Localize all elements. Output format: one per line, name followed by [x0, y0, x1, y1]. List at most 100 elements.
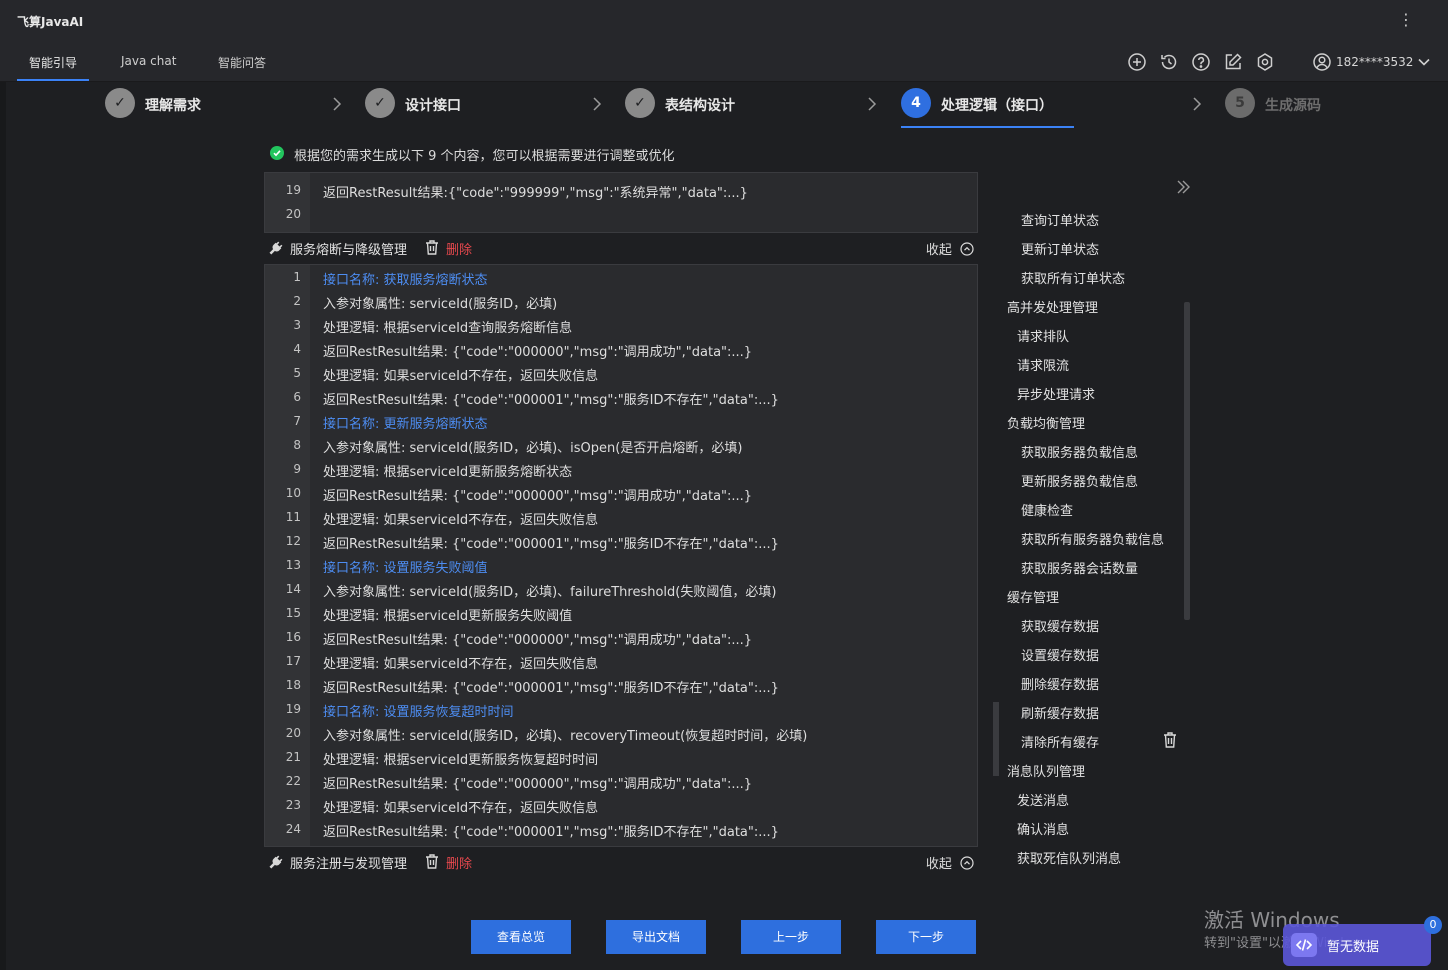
sidebar-group[interactable]: 高并发处理管理: [1007, 297, 1098, 316]
line-text[interactable]: 处理逻辑: 如果serviceId不存在，返回失败信息: [323, 797, 598, 816]
line-text[interactable]: 返回RestResult结果: {"code":"000000","msg":"…: [323, 341, 752, 360]
sidebar-item[interactable]: 查询订单状态: [1021, 210, 1099, 229]
chevron-right-icon: [331, 96, 343, 112]
tab-java-chat[interactable]: Java chat: [121, 54, 176, 68]
sidebar-item[interactable]: 健康检查: [1021, 500, 1073, 519]
sidebar-selection-marker: [993, 702, 999, 776]
tab-smart-guide[interactable]: 智能引导: [29, 54, 77, 71]
line-text[interactable]: 处理逻辑: 根据serviceId更新服务熔断状态: [323, 461, 572, 480]
line-text[interactable]: 接口名称: 设置服务失败阈值: [323, 557, 488, 576]
line-number: 23: [285, 798, 301, 812]
line-text[interactable]: 返回RestResult结果:{"code":"999999","msg":"系…: [323, 182, 748, 201]
active-step-indicator: [901, 126, 1074, 128]
code-line: 21 处理逻辑: 根据serviceId更新服务恢复超时时间: [265, 746, 977, 770]
line-text[interactable]: 处理逻辑: 如果serviceId不存在，返回失败信息: [323, 365, 598, 384]
line-number: 21: [285, 750, 301, 764]
line-text[interactable]: 入参对象属性: serviceId(服务ID，必填)、failureThresh…: [323, 581, 776, 600]
code-editor-circuit-breaker[interactable]: 1 接口名称: 获取服务熔断状态 2 入参对象属性: serviceId(服务ID，必…: [264, 264, 978, 847]
trash-icon[interactable]: [424, 853, 440, 870]
collapse-button[interactable]: 收起: [926, 853, 974, 872]
trash-icon[interactable]: [424, 239, 440, 256]
line-text[interactable]: 入参对象属性: serviceId(服务ID，必填)、isOpen(是否开启熔断…: [323, 437, 742, 456]
help-icon[interactable]: [1191, 52, 1211, 72]
line-text[interactable]: 返回RestResult结果: {"code":"000000","msg":"…: [323, 773, 752, 792]
chevron-down-icon[interactable]: [1414, 52, 1434, 72]
line-text[interactable]: 接口名称: 获取服务熔断状态: [323, 269, 488, 288]
line-text[interactable]: 处理逻辑: 根据serviceId查询服务熔断信息: [323, 317, 572, 336]
sidebar-scrollbar[interactable]: [1184, 302, 1190, 620]
view-overview-button[interactable]: 查看总览: [471, 920, 571, 954]
line-number: 6: [293, 390, 301, 404]
line-number: 3: [293, 318, 301, 332]
sidebar-item[interactable]: 获取死信队列消息: [1017, 848, 1121, 867]
sidebar-item[interactable]: 发送消息: [1017, 790, 1069, 809]
delete-section-button[interactable]: 删除: [446, 239, 472, 258]
next-step-button[interactable]: 下一步: [876, 920, 976, 954]
line-text[interactable]: 返回RestResult结果: {"code":"000001","msg":"…: [323, 389, 779, 408]
line-number: 16: [285, 630, 301, 644]
sidebar-item[interactable]: 获取服务器会话数量: [1021, 558, 1138, 577]
sidebar-item[interactable]: 获取所有订单状态: [1021, 268, 1125, 287]
user-icon[interactable]: [1312, 52, 1332, 72]
sidebar-item[interactable]: 请求排队: [1017, 326, 1069, 345]
line-text[interactable]: 返回RestResult结果: {"code":"000000","msg":"…: [323, 629, 752, 648]
sidebar-item[interactable]: 请求限流: [1017, 355, 1069, 374]
sidebar-item[interactable]: 更新服务器负载信息: [1021, 471, 1138, 490]
sidebar-item[interactable]: 刷新缓存数据: [1021, 703, 1099, 722]
line-text[interactable]: 返回RestResult结果: {"code":"000001","msg":"…: [323, 533, 779, 552]
line-text[interactable]: 返回RestResult结果: {"code":"000001","msg":"…: [323, 677, 779, 696]
code-line: 8 入参对象属性: serviceId(服务ID，必填)、isOpen(是否开启熔…: [265, 434, 977, 458]
tab-smart-qa[interactable]: 智能问答: [218, 54, 266, 71]
history-icon[interactable]: [1159, 52, 1179, 72]
step-label: 设计接口: [405, 98, 461, 114]
line-text[interactable]: 接口名称: 更新服务熔断状态: [323, 413, 488, 432]
add-circle-icon[interactable]: [1127, 52, 1147, 72]
sidebar-item[interactable]: 更新订单状态: [1021, 239, 1099, 258]
step-number-marker: 5: [1225, 88, 1255, 118]
sidebar-group[interactable]: 负载均衡管理: [1007, 413, 1085, 432]
line-text[interactable]: 入参对象属性: serviceId(服务ID，必填)、recoveryTimeo…: [323, 725, 807, 744]
sidebar-item[interactable]: 设置缓存数据: [1021, 645, 1099, 664]
sidebar-item[interactable]: 删除缓存数据: [1021, 674, 1099, 693]
line-text[interactable]: 返回RestResult结果: {"code":"000001","msg":"…: [323, 821, 779, 840]
sidebar-group[interactable]: 缓存管理: [1007, 587, 1059, 606]
sidebar-item[interactable]: 异步处理请求: [1017, 384, 1095, 403]
double-chevron-right-icon[interactable]: [1175, 178, 1191, 196]
user-phone[interactable]: 182****3532: [1336, 55, 1413, 69]
more-vertical-icon[interactable]: ⋮: [1398, 10, 1414, 29]
sidebar-item[interactable]: 获取服务器负载信息: [1021, 442, 1138, 461]
sidebar-group[interactable]: 消息队列管理: [1007, 761, 1085, 780]
line-text[interactable]: 处理逻辑: 根据serviceId更新服务恢复超时时间: [323, 749, 598, 768]
line-number: 18: [285, 678, 301, 692]
trash-icon[interactable]: [1162, 731, 1178, 749]
previous-step-button[interactable]: 上一步: [741, 920, 841, 954]
line-text[interactable]: 处理逻辑: 根据serviceId更新服务失败阈值: [323, 605, 572, 624]
edit-icon[interactable]: [1223, 52, 1243, 72]
line-text[interactable]: 接口名称: 设置服务恢复超时时间: [323, 701, 514, 720]
floating-data-widget[interactable]: 暂无数据: [1283, 924, 1431, 966]
line-number: 11: [285, 510, 301, 524]
left-edge-bar: [0, 42, 6, 970]
step-check-marker: ✓: [625, 88, 655, 118]
line-text[interactable]: 处理逻辑: 如果serviceId不存在，返回失败信息: [323, 653, 598, 672]
settings-icon[interactable]: [1255, 52, 1275, 72]
sidebar-item[interactable]: 获取所有服务器负载信息: [1021, 529, 1164, 548]
code-line: 20 入参对象属性: serviceId(服务ID，必填)、recoveryTim…: [265, 722, 977, 746]
sidebar-item[interactable]: 确认消息: [1017, 819, 1069, 838]
delete-section-button[interactable]: 删除: [446, 853, 472, 872]
sidebar-item[interactable]: 清除所有缓存: [1021, 732, 1099, 751]
code-line: 24 返回RestResult结果: {"code":"000001","msg"…: [265, 818, 977, 842]
step-check-marker: ✓: [105, 88, 135, 118]
sidebar-item[interactable]: 获取缓存数据: [1021, 616, 1099, 635]
collapse-button[interactable]: 收起: [926, 239, 974, 258]
step-label: 理解需求: [145, 98, 201, 114]
code-line: 3 处理逻辑: 根据serviceId查询服务熔断信息: [265, 314, 977, 338]
line-text[interactable]: 入参对象属性: serviceId(服务ID，必填): [323, 293, 557, 312]
export-document-button[interactable]: 导出文档: [606, 920, 706, 954]
line-text[interactable]: 返回RestResult结果: {"code":"000000","msg":"…: [323, 485, 752, 504]
line-text[interactable]: 处理逻辑: 如果serviceId不存在，返回失败信息: [323, 509, 598, 528]
code-editor-previous[interactable]: 19 返回RestResult结果:{"code":"999999","msg"…: [264, 172, 978, 233]
chevron-up-circle-icon: [960, 855, 974, 870]
notification-count-badge: 0: [1424, 916, 1442, 934]
chevron-up-circle-icon: [960, 241, 974, 256]
